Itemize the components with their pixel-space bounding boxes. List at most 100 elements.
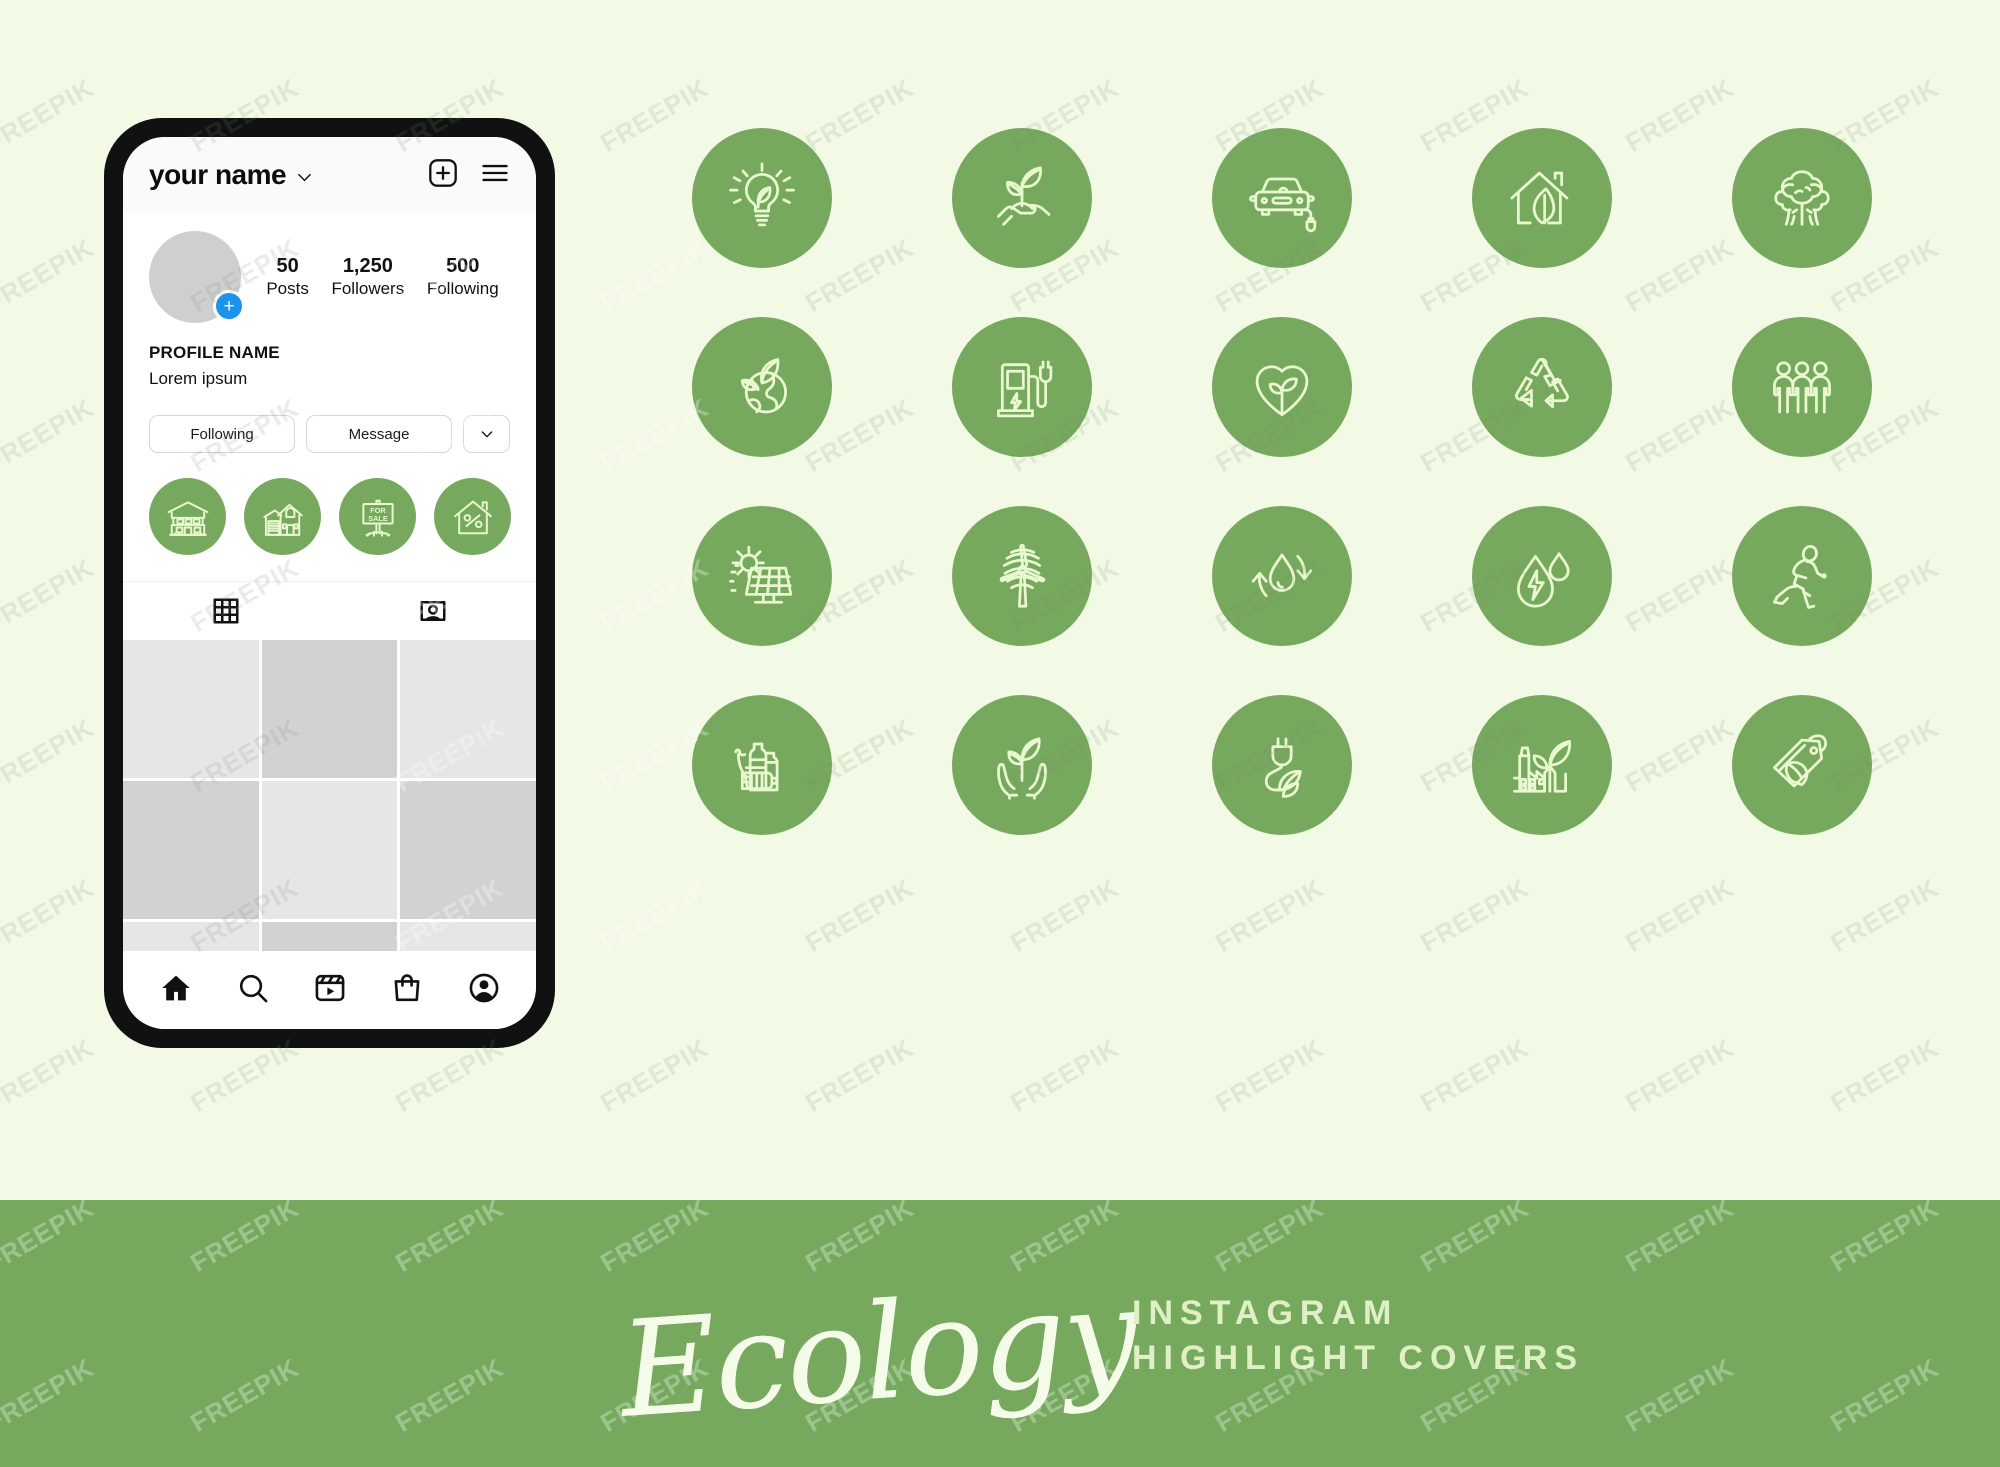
following-button[interactable]: Following bbox=[149, 415, 295, 453]
search-icon bbox=[239, 974, 267, 1002]
house-percent-icon bbox=[453, 500, 492, 534]
tagged-person-icon bbox=[420, 601, 446, 621]
instagram-header: your name bbox=[123, 137, 536, 213]
poster-subtitle-line2: HIGHLIGHT COVERS bbox=[1132, 1339, 1585, 1378]
hydro-power-icon bbox=[1516, 552, 1570, 608]
profile-nav[interactable] bbox=[467, 971, 501, 1010]
stat-posts[interactable]: 50 Posts bbox=[266, 255, 309, 299]
cover-eco-lightbulb[interactable] bbox=[692, 128, 832, 268]
eco-tag-icon bbox=[1773, 734, 1828, 788]
watermark-text: FREEPIK bbox=[595, 1032, 714, 1118]
eco-factory-icon bbox=[1513, 739, 1572, 793]
home-nav[interactable] bbox=[159, 971, 193, 1010]
post-cell[interactable] bbox=[261, 781, 398, 919]
cover-hydro-power[interactable] bbox=[1472, 506, 1612, 646]
post-cell[interactable] bbox=[261, 922, 398, 951]
stat-following-label: Following bbox=[426, 278, 499, 298]
hands-plant-icon bbox=[997, 737, 1047, 800]
post-cell[interactable] bbox=[123, 922, 259, 951]
watermark-text: FREEPIK bbox=[1620, 872, 1739, 958]
cover-running-person[interactable] bbox=[1732, 506, 1872, 646]
watermark-text: FREEPIK bbox=[0, 712, 99, 798]
watermark-text: FREEPIK bbox=[0, 552, 99, 638]
cover-green-plug[interactable] bbox=[1212, 695, 1352, 835]
watermark-text: FREEPIK bbox=[1415, 872, 1534, 958]
phone-mockup: your name + 50 Posts 1,250 Followers 500… bbox=[104, 118, 555, 1048]
reels-nav[interactable] bbox=[313, 971, 347, 1010]
cover-green-earth[interactable] bbox=[692, 317, 832, 457]
watermark-text: FREEPIK bbox=[595, 872, 714, 958]
ev-charging-station-icon bbox=[996, 360, 1053, 418]
watermark-text: FREEPIK bbox=[800, 872, 919, 958]
stat-posts-value: 50 bbox=[276, 254, 299, 277]
stat-followers[interactable]: 1,250 Followers bbox=[331, 255, 404, 299]
watermark-text: FREEPIK bbox=[0, 392, 99, 478]
post-cell[interactable] bbox=[123, 781, 259, 919]
poster-canvas: your name + 50 Posts 1,250 Followers 500… bbox=[0, 0, 2000, 1467]
community-people-icon bbox=[1773, 361, 1831, 414]
highlight-cover-grid bbox=[632, 128, 1932, 835]
cover-electric-car[interactable] bbox=[1212, 128, 1352, 268]
profile-top-row: + 50 Posts 1,250 Followers 500 Following bbox=[149, 231, 510, 323]
hamburger-menu-icon[interactable] bbox=[480, 158, 510, 193]
electric-car-icon bbox=[1249, 177, 1317, 233]
cover-recycle-symbol[interactable] bbox=[1472, 317, 1612, 457]
highlight-house-garage[interactable] bbox=[244, 478, 321, 555]
plus-square-icon[interactable] bbox=[428, 158, 458, 193]
post-cell[interactable] bbox=[400, 781, 536, 919]
home-icon bbox=[161, 975, 190, 1000]
watermark-text: FREEPIK bbox=[1210, 872, 1329, 958]
avatar[interactable]: + bbox=[149, 231, 245, 323]
cover-ev-charging-station[interactable] bbox=[952, 317, 1092, 457]
cover-forest-trees[interactable] bbox=[1732, 128, 1872, 268]
stat-followers-label: Followers bbox=[331, 278, 405, 298]
poster-subtitle: INSTAGRAM HIGHLIGHT COVERS bbox=[1132, 1291, 1584, 1381]
solar-panel-icon bbox=[729, 545, 793, 604]
post-cell[interactable] bbox=[123, 640, 259, 778]
stat-posts-label: Posts bbox=[266, 278, 309, 298]
grid-tab[interactable] bbox=[123, 582, 330, 640]
highlight-house-percent[interactable] bbox=[434, 478, 511, 555]
recycle-symbol-icon bbox=[1515, 358, 1569, 409]
cover-community-people[interactable] bbox=[1732, 317, 1872, 457]
chevron-down-icon[interactable] bbox=[296, 169, 313, 186]
message-button[interactable]: Message bbox=[306, 415, 452, 453]
person-circle-icon bbox=[469, 973, 498, 1002]
profile-username[interactable]: your name bbox=[149, 159, 287, 191]
profile-bio-text: Lorem ipsum bbox=[149, 369, 248, 388]
profile-display-name: PROFILE NAME bbox=[149, 343, 280, 362]
phone-screen: your name + 50 Posts 1,250 Followers 500… bbox=[123, 137, 536, 1029]
profile-bio: PROFILE NAME Lorem ipsum bbox=[149, 343, 510, 389]
search-nav[interactable] bbox=[236, 971, 270, 1010]
forest-trees-icon bbox=[1774, 170, 1830, 226]
grid-icon bbox=[213, 598, 239, 624]
profile-tabs bbox=[123, 581, 536, 640]
add-story-button[interactable]: + bbox=[213, 290, 245, 322]
cover-plastic-bottles[interactable] bbox=[692, 695, 832, 835]
cover-eco-house[interactable] bbox=[1472, 128, 1612, 268]
tagged-tab[interactable] bbox=[330, 582, 537, 640]
reels-icon bbox=[315, 974, 344, 1001]
cover-water-recycle[interactable] bbox=[1212, 506, 1352, 646]
post-cell[interactable] bbox=[400, 640, 536, 778]
post-cell[interactable] bbox=[400, 922, 536, 951]
cover-hand-plant[interactable] bbox=[952, 128, 1092, 268]
stat-following[interactable]: 500 Following bbox=[427, 255, 499, 299]
eco-house-icon bbox=[1510, 171, 1569, 225]
cover-solar-panel[interactable] bbox=[692, 506, 832, 646]
cover-hands-plant[interactable] bbox=[952, 695, 1092, 835]
cover-eco-factory[interactable] bbox=[1472, 695, 1612, 835]
heart-leaves-icon bbox=[1255, 365, 1309, 416]
cover-wind-turbine[interactable] bbox=[952, 506, 1092, 646]
watermark-text: FREEPIK bbox=[800, 1032, 919, 1118]
footer: Ecology INSTAGRAM HIGHLIGHT COVERS bbox=[0, 1200, 2000, 1467]
shop-nav[interactable] bbox=[390, 971, 424, 1010]
bottom-navigation bbox=[123, 951, 536, 1029]
watermark-text: FREEPIK bbox=[0, 72, 99, 158]
cover-heart-leaves[interactable] bbox=[1212, 317, 1352, 457]
more-options-button[interactable] bbox=[463, 415, 510, 453]
post-cell[interactable] bbox=[261, 640, 398, 778]
highlight-for-sale-sign[interactable]: FOR SALE bbox=[339, 478, 416, 555]
highlight-house-two-story[interactable] bbox=[149, 478, 226, 555]
cover-eco-tag[interactable] bbox=[1732, 695, 1872, 835]
